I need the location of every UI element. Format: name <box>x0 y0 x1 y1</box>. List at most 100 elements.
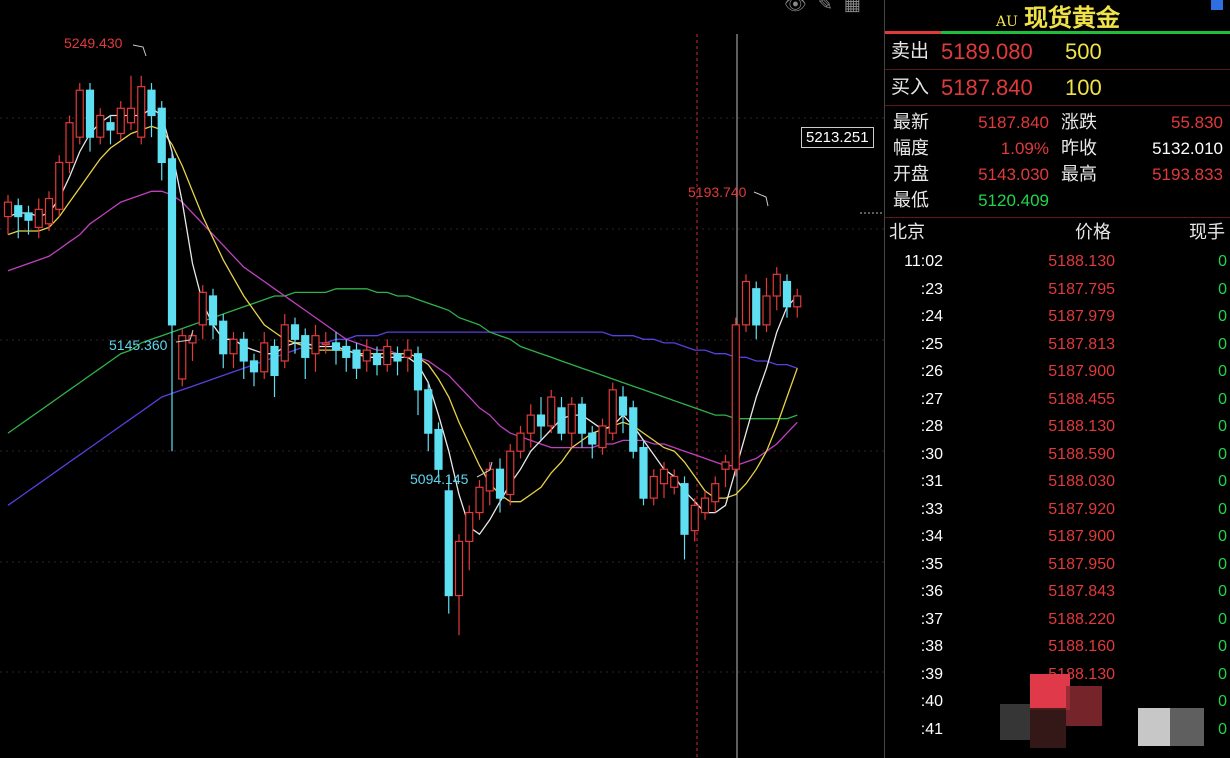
candle-body <box>772 273 781 297</box>
tick-volume: 0 <box>1218 390 1227 408</box>
tick-volume: 0 <box>1218 473 1227 490</box>
panel-toggle-button[interactable] <box>1211 0 1223 10</box>
candle-body <box>352 349 361 369</box>
candle-body <box>577 403 587 434</box>
candle-body <box>147 89 156 117</box>
candle-body <box>260 342 269 373</box>
candle-body <box>24 212 33 221</box>
candle-body <box>526 414 535 434</box>
candle-body <box>34 208 43 229</box>
tick-volume: 0 <box>1218 308 1227 325</box>
candle-body <box>393 353 402 362</box>
chart-toolbar-icons[interactable]: 👁 ✎ ▦ <box>784 0 864 15</box>
candle-body <box>311 335 320 355</box>
candle-body <box>3 201 13 218</box>
cursor-price-label: 5213.251 <box>801 127 874 148</box>
candle-body <box>372 353 382 366</box>
tick-price: 5187.920 <box>1048 500 1115 518</box>
tick-table-header: 北京 价格 现手 <box>885 218 1230 248</box>
tick-row: :27 5188.455 0 <box>885 386 1230 414</box>
pct-value: 1.09% <box>1000 139 1049 158</box>
kline-chart[interactable]: 👁 ✎ ▦ 5249.430 5145.360 5094.145 5193.74… <box>0 0 884 758</box>
sell-row[interactable]: 卖出 5189.080 500 <box>885 34 1230 70</box>
tick-time: :25 <box>920 335 943 353</box>
ma5-line <box>7 107 798 536</box>
tick-time: :27 <box>920 390 943 408</box>
tick-volume: 0 <box>1218 528 1227 545</box>
tick-price: 5188.455 <box>1048 390 1115 408</box>
tick-volume: 0 <box>1218 500 1227 518</box>
tick-time: :31 <box>920 473 943 490</box>
candle-body <box>424 389 433 434</box>
tick-time: :38 <box>920 638 943 655</box>
candle-body <box>157 107 166 164</box>
latest-value: 5187.840 <box>978 113 1049 132</box>
tick-time: :37 <box>920 610 943 628</box>
stat-row-open: 开盘 5143.030 最高 5193.833 <box>885 162 1230 188</box>
instrument-title: AU 现货黄金 <box>885 0 1230 33</box>
candle-body <box>700 497 710 514</box>
candle-body <box>506 450 515 496</box>
tick-price: 5187.979 <box>1048 308 1115 325</box>
buy-row[interactable]: 买入 5187.840 100 <box>885 70 1230 106</box>
candle-body <box>321 342 330 346</box>
recent-high-annotation: 5193.740 <box>688 184 747 200</box>
candle-body <box>434 428 443 470</box>
candle-body <box>588 432 597 445</box>
candle-body <box>413 353 423 391</box>
candle-body <box>85 89 95 138</box>
tick-volume: 0 <box>1218 418 1227 435</box>
candle-body <box>649 475 658 499</box>
candle-body <box>362 349 371 362</box>
candle-body <box>485 468 494 492</box>
quote-panel: AU 现货黄金 卖出 5189.080 500 买入 5187.840 100 最… <box>884 0 1230 758</box>
tick-time: :24 <box>920 308 943 325</box>
candle-body <box>690 504 699 532</box>
tick-row: :25 5187.813 0 <box>885 331 1230 359</box>
tick-price: 5187.795 <box>1048 280 1115 298</box>
candle-body <box>239 338 248 362</box>
tick-list[interactable]: 11:02 5188.130 0:23 5187.795 0:24 5187.979 0:2… <box>885 248 1230 743</box>
high-label: 最高 <box>1061 164 1097 185</box>
tick-row: :30 5188.590 0 <box>885 441 1230 469</box>
recent-high-annotation-arrow <box>753 191 769 207</box>
candle-body <box>567 403 576 434</box>
buy-label: 买入 <box>891 76 930 98</box>
buy-volume: 100 <box>1065 75 1102 100</box>
candle-body <box>65 122 74 164</box>
tick-volume: 0 <box>1218 610 1227 628</box>
tick-price: 5188.130 <box>1048 253 1115 270</box>
candle-body <box>106 122 115 131</box>
candle-body <box>547 396 556 427</box>
candle-body <box>249 360 259 373</box>
tick-price: 5188.590 <box>1048 445 1115 463</box>
tick-time: :23 <box>920 280 943 298</box>
tick-row: :28 5188.130 0 <box>885 413 1230 441</box>
tick-row: :23 5187.795 0 <box>885 276 1230 304</box>
candle-body <box>444 490 453 597</box>
candle-body <box>752 288 761 326</box>
tick-volume: 0 <box>1218 583 1227 600</box>
change-label: 涨跌 <box>1061 112 1097 133</box>
candle-body <box>629 407 638 452</box>
candle-body <box>198 291 207 326</box>
tick-row: :38 5188.160 0 <box>885 633 1230 661</box>
tick-volume: 0 <box>1218 253 1227 270</box>
low-value: 5120.409 <box>978 191 1049 210</box>
low-annotation-1: 5145.360 <box>109 337 168 353</box>
quote-stats: 最新 5187.840 涨跌 55.830 幅度 1.09% 昨收 5132.0… <box>885 106 1230 218</box>
candle-body <box>270 345 279 376</box>
tick-row: :26 5187.900 0 <box>885 358 1230 386</box>
tick-price: 5187.950 <box>1048 555 1115 573</box>
candlestick-chart-svg[interactable] <box>0 0 884 758</box>
tick-price: 5188.220 <box>1048 610 1115 628</box>
candle-body <box>178 335 187 380</box>
candle-body <box>793 295 802 308</box>
tick-time: :28 <box>920 418 943 435</box>
ma120-line <box>7 331 798 506</box>
buy-price: 5187.840 <box>941 75 1033 100</box>
candle-body <box>301 335 310 358</box>
candle-body <box>290 324 300 340</box>
watermark-logo <box>1000 674 1204 748</box>
candle-body <box>167 158 177 326</box>
